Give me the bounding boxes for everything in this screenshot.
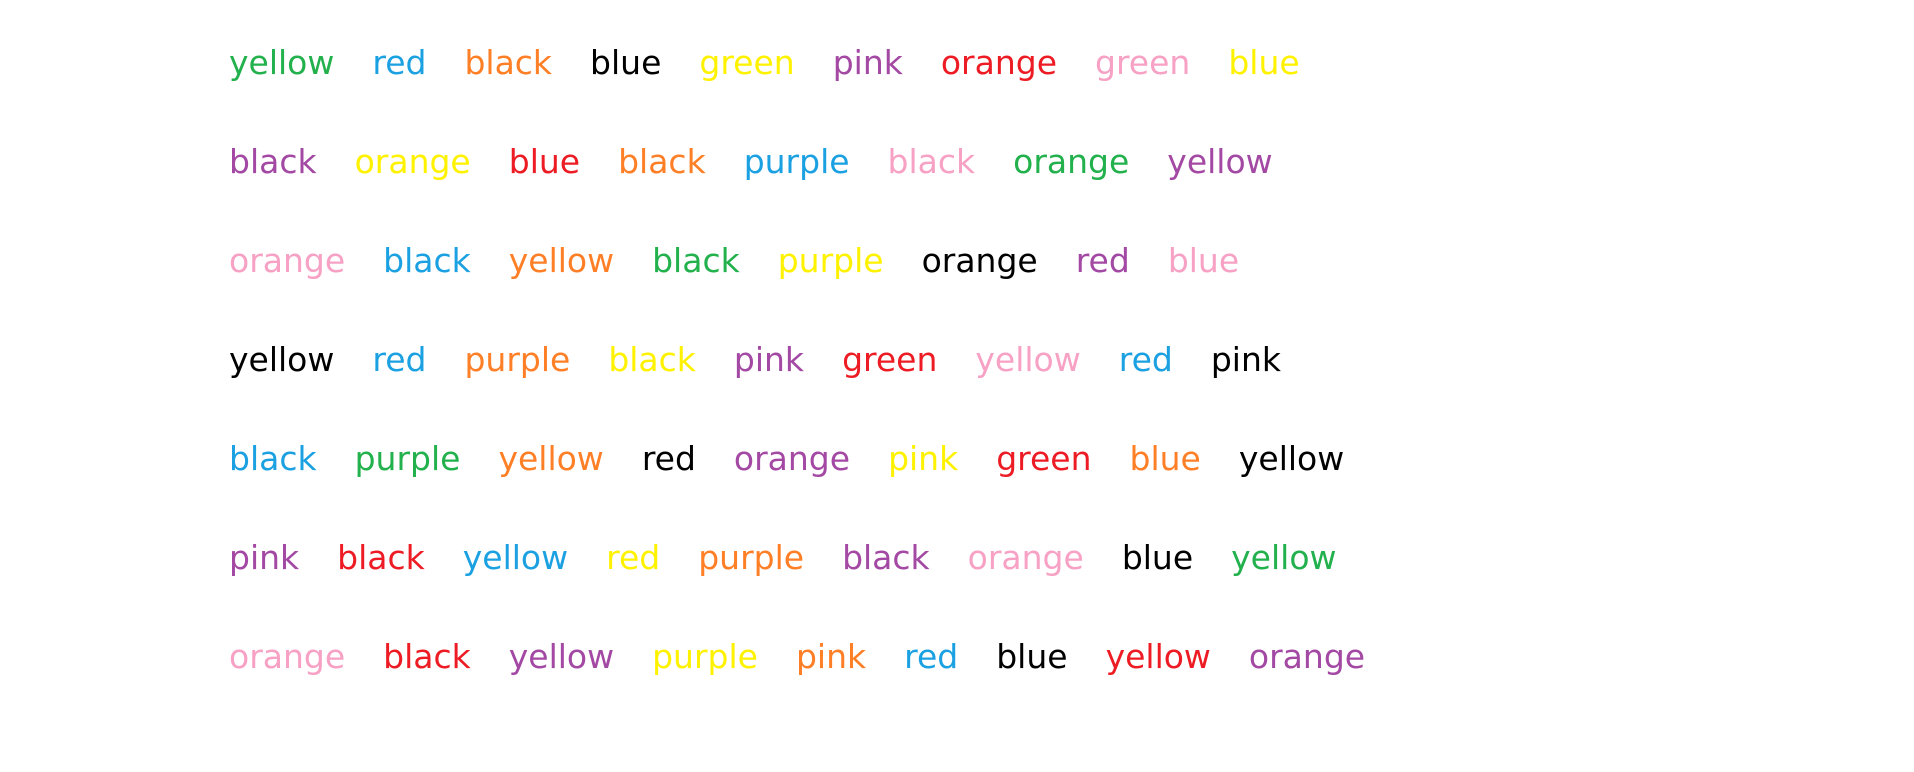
color-word: purple (698, 538, 805, 577)
color-word: blue (996, 637, 1068, 676)
color-word: green (1095, 43, 1191, 82)
color-word: black (887, 142, 976, 181)
color-word: purple (777, 241, 884, 280)
color-word: yellow (229, 340, 335, 379)
color-word: orange (229, 241, 346, 280)
color-word: black (618, 142, 706, 181)
color-word: orange (733, 439, 851, 478)
color-word: orange (229, 637, 346, 676)
color-word: orange (967, 538, 1084, 577)
color-word: orange (921, 241, 1038, 280)
color-word: purple (464, 340, 571, 379)
color-word: black (842, 538, 930, 577)
color-word: black (229, 439, 317, 478)
color-word: yellow (1238, 439, 1345, 478)
color-word: green (996, 439, 1092, 478)
color-word: pink (733, 340, 805, 379)
color-word: red (372, 43, 427, 82)
word-row-6: pink black yellow red purple black orange blue y… (229, 533, 1365, 632)
color-word: yellow (1105, 637, 1211, 676)
color-word: pink (1210, 340, 1281, 379)
word-row-3: orange black yellow black purple orange red blu… (229, 236, 1365, 335)
color-word: yellow (508, 241, 615, 280)
word-row-7: orange black yellow purple pink red blue yellow… (229, 632, 1365, 731)
color-word: yellow (229, 43, 335, 82)
word-row-5: black purple yellow red orange pink green blue y… (229, 434, 1365, 533)
color-word: purple (354, 439, 461, 478)
color-word: yellow (1167, 142, 1273, 181)
word-row-4: yellow red purple black pink green yellow red pi… (229, 335, 1365, 434)
color-word: blue (508, 142, 581, 181)
stroop-word-grid: yellow red black blue green pink orange green bl… (229, 38, 1365, 731)
color-word: black (383, 241, 471, 280)
color-word: yellow (508, 637, 615, 676)
color-word: purple (652, 637, 758, 676)
color-word: red (1075, 241, 1130, 280)
word-row-2: black orange blue black purple black orange yel… (229, 137, 1365, 236)
color-word: black (608, 340, 696, 379)
color-word: red (1118, 340, 1173, 379)
color-word: green (699, 43, 795, 82)
color-word: red (904, 637, 959, 676)
color-word: black (652, 241, 740, 280)
color-word: blue (1121, 538, 1194, 577)
color-word: red (606, 538, 661, 577)
color-word: blue (1129, 439, 1201, 478)
color-word: blue (1167, 241, 1240, 280)
color-word: pink (795, 637, 867, 676)
color-word: purple (743, 142, 850, 181)
color-word: orange (354, 142, 471, 181)
color-word: blue (590, 43, 662, 82)
color-word: red (372, 340, 427, 379)
color-word: yellow (498, 439, 604, 478)
color-word: green (842, 340, 938, 379)
color-word: black (337, 538, 425, 577)
color-word: orange (1013, 142, 1130, 181)
color-word: blue (1228, 43, 1300, 82)
color-word: pink (832, 43, 903, 82)
color-word: yellow (1231, 538, 1337, 577)
color-word: black (464, 43, 553, 82)
color-word: black (383, 637, 471, 676)
color-word: orange (940, 43, 1058, 82)
color-word: pink (888, 439, 959, 478)
color-word: orange (1248, 637, 1366, 676)
word-row-1: yellow red black blue green pink orange green bl… (229, 38, 1365, 137)
color-word: pink (229, 538, 300, 577)
color-word: black (229, 142, 317, 181)
color-word: red (641, 439, 696, 478)
color-word: yellow (462, 538, 569, 577)
color-word: yellow (975, 340, 1081, 379)
